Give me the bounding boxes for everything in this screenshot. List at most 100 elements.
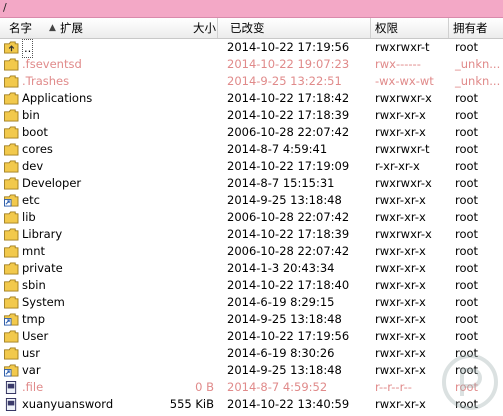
file-owner: root bbox=[455, 210, 479, 224]
column-size[interactable]: 大小 bbox=[180, 18, 216, 38]
file-permissions: rwxr-xr-x bbox=[375, 346, 426, 360]
table-row[interactable]: .. 2014-10-22 17:19:56 rwxrwxr-t root bbox=[0, 39, 503, 58]
table-row[interactable]: Developer 2014-8-7 15:15:31 rwxrwxr-x root bbox=[0, 175, 503, 192]
file-owner: root bbox=[455, 261, 479, 275]
file-name: boot bbox=[22, 125, 48, 139]
file-owner: _unkn... bbox=[455, 57, 501, 71]
file-permissions: rwxrwxr-t bbox=[375, 40, 430, 54]
file-modified: 2014-9-25 13:18:48 bbox=[227, 193, 342, 207]
table-row[interactable]: private 2014-1-3 20:43:34 rwxr-xr-x root bbox=[0, 260, 503, 277]
table-row[interactable]: var 2014-9-25 13:18:48 rwxr-xr-x root bbox=[0, 362, 503, 379]
file-modified: 2014-6-19 8:29:15 bbox=[227, 295, 335, 309]
file-list: .. 2014-10-22 17:19:56 rwxrwxr-t root .fseve… bbox=[0, 39, 503, 413]
table-row[interactable]: lib 2006-10-28 22:07:42 rwxr-xr-x root bbox=[0, 209, 503, 226]
file-owner: root bbox=[455, 159, 479, 173]
file-modified: 2014-10-22 17:19:56 bbox=[227, 329, 350, 343]
folder-icon bbox=[4, 126, 19, 139]
path-bar[interactable]: / bbox=[0, 0, 503, 18]
file-permissions: rwxr-xr-x bbox=[375, 278, 426, 292]
folder-icon bbox=[4, 211, 19, 224]
file-owner: root bbox=[455, 244, 479, 258]
column-header: 名字 ▲ 扩展 已改变 权限 拥有者 bbox=[0, 18, 503, 39]
file-modified: 2014-10-22 17:18:39 bbox=[227, 108, 350, 122]
table-row[interactable]: dev 2014-10-22 17:19:09 r-xr-xr-x root bbox=[0, 158, 503, 175]
file-modified: 2014-10-22 17:18:39 bbox=[227, 227, 350, 241]
column-permissions[interactable]: 权限 bbox=[371, 18, 449, 38]
file-owner: _unkn... bbox=[455, 74, 501, 88]
column-modified[interactable]: 已改变 bbox=[226, 18, 371, 38]
file-modified: 2014-10-22 17:18:40 bbox=[227, 278, 350, 292]
file-permissions: rwxr-xr-x bbox=[375, 210, 426, 224]
table-row[interactable]: Library 2014-10-22 17:18:39 rwxrwxr-x root bbox=[0, 226, 503, 243]
file-permissions: rwxr-xr-x bbox=[375, 329, 426, 343]
table-row[interactable]: usr 2014-6-19 8:30:26 rwxr-xr-x root bbox=[0, 345, 503, 362]
file-name: .file bbox=[22, 380, 44, 394]
file-owner: root bbox=[455, 125, 479, 139]
file-modified: 2006-10-28 22:07:42 bbox=[227, 244, 350, 258]
column-divider bbox=[217, 18, 218, 38]
file-modified: 2014-8-7 15:15:31 bbox=[227, 176, 335, 190]
file-modified: 2014-8-7 4:59:41 bbox=[227, 142, 328, 156]
folder-icon bbox=[4, 228, 19, 241]
file-name: .fseventsd bbox=[22, 57, 82, 71]
table-row[interactable]: boot 2006-10-28 22:07:42 rwxr-xr-x root bbox=[0, 124, 503, 141]
folder-icon bbox=[4, 75, 19, 88]
table-row[interactable]: sbin 2014-10-22 17:18:40 rwxr-xr-x root bbox=[0, 277, 503, 294]
file-name: mnt bbox=[22, 244, 45, 258]
file-name: etc bbox=[22, 193, 40, 207]
file-permissions: rwxrwxr-x bbox=[375, 176, 432, 190]
file-name: xuanyuansword bbox=[22, 397, 114, 411]
table-row[interactable]: .Trashes 2014-9-25 13:22:51 -wx-wx-wt _unkn… bbox=[0, 73, 503, 90]
file-name: Developer bbox=[22, 176, 82, 190]
folder-link-icon bbox=[4, 364, 19, 377]
file-permissions: r--r--r-- bbox=[375, 380, 412, 394]
folder-icon bbox=[4, 279, 19, 292]
file-permissions: rwxrwxr-x bbox=[375, 91, 432, 105]
file-modified: 2014-9-25 13:18:48 bbox=[227, 312, 342, 326]
file-name: User bbox=[22, 329, 49, 343]
column-owner[interactable]: 拥有者 bbox=[449, 18, 503, 38]
table-row[interactable]: .file 0 B 2014-8-7 4:59:52 r--r--r-- root bbox=[0, 379, 503, 396]
file-name: bin bbox=[22, 108, 40, 122]
path-text: / bbox=[3, 1, 7, 14]
folder-icon bbox=[4, 347, 19, 360]
folder-icon bbox=[4, 262, 19, 275]
file-name: tmp bbox=[22, 312, 46, 326]
file-permissions: rwxr-xr-x bbox=[375, 363, 426, 377]
table-row[interactable]: tmp 2014-9-25 13:18:48 rwxr-xr-x root bbox=[0, 311, 503, 328]
file-owner: root bbox=[455, 176, 479, 190]
file-permissions: rwxr-xr-x bbox=[375, 193, 426, 207]
file-name: lib bbox=[22, 210, 36, 224]
file-icon bbox=[4, 381, 19, 394]
folder-link-icon bbox=[4, 313, 19, 326]
table-row[interactable]: System 2014-6-19 8:29:15 rwxr-xr-x root bbox=[0, 294, 503, 311]
file-modified: 2014-10-22 17:19:09 bbox=[227, 159, 350, 173]
folder-icon bbox=[4, 296, 19, 309]
file-permissions: rwxr-xr-x bbox=[375, 125, 426, 139]
file-icon bbox=[4, 398, 19, 411]
file-permissions: -wx-wx-wt bbox=[375, 74, 434, 88]
parent-folder-icon bbox=[4, 41, 19, 54]
file-permissions: rwxr-xr-x bbox=[375, 312, 426, 326]
table-row[interactable]: .fseventsd 2014-10-22 19:07:23 rwx------ _u… bbox=[0, 56, 503, 73]
file-modified: 2006-10-28 22:07:42 bbox=[227, 125, 350, 139]
table-row[interactable]: Applications 2014-10-22 17:18:42 rwxrwxr-x… bbox=[0, 90, 503, 107]
file-name: .Trashes bbox=[22, 74, 70, 88]
file-permissions: rwxr-xr-x bbox=[375, 244, 426, 258]
table-row[interactable]: cores 2014-8-7 4:59:41 rwxrwxr-t root bbox=[0, 141, 503, 158]
table-row[interactable]: xuanyuansword 555 KiB 2014-10-22 13:40:59 r… bbox=[0, 396, 503, 413]
file-owner: root bbox=[455, 295, 479, 309]
folder-icon bbox=[4, 245, 19, 258]
table-row[interactable]: mnt 2006-10-28 22:07:42 rwxr-xr-x root bbox=[0, 243, 503, 260]
file-name: cores bbox=[22, 142, 53, 156]
file-permissions: r-xr-xr-x bbox=[375, 159, 420, 173]
table-row[interactable]: bin 2014-10-22 17:18:39 rwxr-xr-x root bbox=[0, 107, 503, 124]
column-name-label: 名字 bbox=[9, 21, 32, 35]
column-size-label: 大小 bbox=[193, 21, 216, 35]
table-row[interactable]: etc 2014-9-25 13:18:48 rwxr-xr-x root bbox=[0, 192, 503, 209]
file-owner: root bbox=[455, 329, 479, 343]
file-owner: root bbox=[455, 312, 479, 326]
column-modified-label: 已改变 bbox=[230, 21, 265, 35]
file-permissions: rwxr-xr-x bbox=[375, 295, 426, 309]
table-row[interactable]: User 2014-10-22 17:19:56 rwxr-xr-x root bbox=[0, 328, 503, 345]
